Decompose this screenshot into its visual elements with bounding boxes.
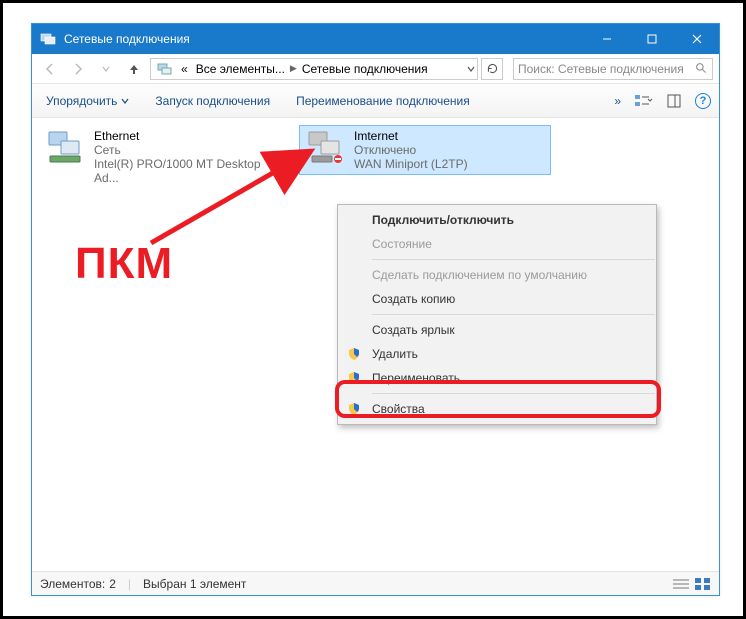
menu-separator	[372, 393, 655, 394]
connection-status: Сеть	[94, 143, 284, 157]
search-icon[interactable]	[695, 62, 708, 75]
connection-status: Отключено	[354, 143, 468, 157]
titlebar[interactable]: Сетевые подключения	[32, 24, 719, 54]
navigation-row: « Все элементы... ▶ Сетевые подключения …	[32, 54, 719, 84]
chevron-right-icon[interactable]: ▶	[289, 63, 298, 74]
search-input[interactable]: Поиск: Сетевые подключения	[513, 58, 713, 80]
menu-properties[interactable]: Свойства	[338, 397, 656, 421]
organize-button[interactable]: Упорядочить	[40, 90, 135, 112]
connection-item-ethernet[interactable]: Ethernet Сеть Intel(R) PRO/1000 MT Deskt…	[40, 126, 290, 188]
network-adapter-icon	[46, 129, 86, 165]
menu-create-copy[interactable]: Создать копию	[338, 287, 656, 311]
search-placeholder: Поиск: Сетевые подключения	[518, 62, 684, 76]
start-connection-label: Запуск подключения	[155, 94, 270, 108]
view-options-button[interactable]	[635, 94, 653, 108]
command-bar: Упорядочить Запуск подключения Переимено…	[32, 84, 719, 118]
large-icons-view-button[interactable]	[695, 578, 711, 590]
item-count-value: 2	[109, 577, 116, 591]
menu-separator	[372, 314, 655, 315]
menu-delete[interactable]: Удалить	[338, 342, 656, 366]
network-adapter-icon	[306, 129, 346, 165]
item-count-label: Элементов:	[40, 577, 105, 591]
breadcrumb-network-connections[interactable]: Сетевые подключения	[298, 59, 432, 79]
menu-status: Состояние	[338, 232, 656, 256]
preview-pane-button[interactable]	[667, 94, 681, 108]
menu-separator	[372, 259, 655, 260]
connection-device: Intel(R) PRO/1000 MT Desktop Ad...	[94, 157, 284, 185]
address-dropdown-icon[interactable]	[467, 65, 475, 73]
menu-create-shortcut[interactable]: Создать ярлык	[338, 318, 656, 342]
address-bar[interactable]: « Все элементы... ▶ Сетевые подключения	[150, 58, 478, 80]
chevron-right-icon[interactable]: »	[614, 94, 621, 108]
status-bar: Элементов: 2 | Выбран 1 элемент	[32, 571, 719, 595]
recent-dropdown[interactable]	[94, 57, 118, 81]
minimize-button[interactable]	[584, 24, 629, 54]
help-button[interactable]: ?	[695, 93, 711, 109]
breadcrumb-prefix[interactable]: «	[177, 59, 192, 79]
shield-icon	[346, 346, 362, 362]
menu-connect-disconnect[interactable]: Подключить/отключить	[338, 208, 656, 232]
close-button[interactable]	[674, 24, 719, 54]
rename-connection-label: Переименование подключения	[296, 94, 470, 108]
connection-item-internet[interactable]: Imternet Отключено WAN Miniport (L2TP)	[300, 126, 550, 174]
connection-device: WAN Miniport (L2TP)	[354, 157, 468, 171]
maximize-button[interactable]	[629, 24, 674, 54]
up-button[interactable]	[122, 57, 146, 81]
window-frame: Сетевые подключения « Все элементы... ▶ …	[31, 23, 720, 596]
connection-name: Ethernet	[94, 129, 284, 143]
menu-rename[interactable]: Переименовать	[338, 366, 656, 390]
context-menu: Подключить/отключить Состояние Сделать п…	[337, 204, 657, 425]
rename-connection-button[interactable]: Переименование подключения	[290, 90, 476, 112]
back-button[interactable]	[38, 57, 62, 81]
selection-text: Выбран 1 элемент	[143, 577, 246, 591]
organize-label: Упорядочить	[46, 94, 117, 108]
refresh-button[interactable]	[481, 58, 503, 80]
shield-icon	[346, 401, 362, 417]
shield-icon	[346, 370, 362, 386]
window-title: Сетевые подключения	[64, 32, 584, 46]
forward-button[interactable]	[66, 57, 90, 81]
connection-name: Imternet	[354, 129, 468, 143]
details-view-button[interactable]	[673, 578, 689, 590]
address-icon	[153, 59, 177, 79]
network-connections-icon	[40, 31, 56, 47]
start-connection-button[interactable]: Запуск подключения	[149, 90, 276, 112]
menu-set-default: Сделать подключением по умолчанию	[338, 263, 656, 287]
chevron-down-icon	[121, 97, 129, 105]
breadcrumb-all-items[interactable]: Все элементы...	[192, 59, 289, 79]
